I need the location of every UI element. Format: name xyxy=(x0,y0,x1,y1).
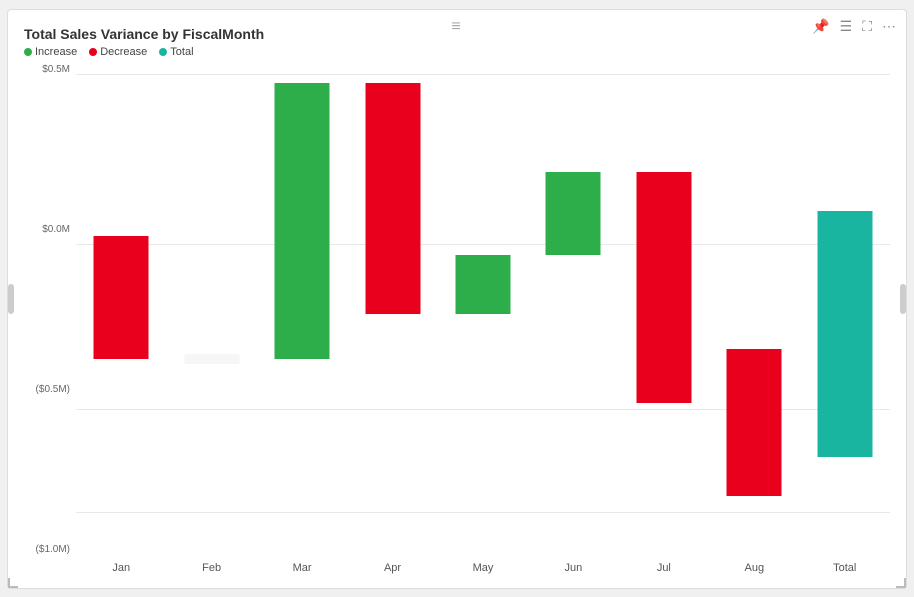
bar-jun xyxy=(546,172,601,256)
legend-item-increase: Increase xyxy=(24,46,77,58)
legend-label-increase: Increase xyxy=(35,46,77,58)
bar-group-jul xyxy=(619,64,709,556)
bars-container xyxy=(76,64,890,556)
x-label-aug: Aug xyxy=(709,556,799,580)
corner-bottom-left xyxy=(8,578,18,588)
pin-icon[interactable]: 📌 xyxy=(812,18,829,35)
y-label-1: $0.0M xyxy=(24,224,76,235)
x-label-feb: Feb xyxy=(166,556,256,580)
bar-total xyxy=(817,211,872,457)
resize-handle-left[interactable] xyxy=(8,284,14,314)
x-labels: Jan Feb Mar Apr May Jun Jul Aug Total xyxy=(76,556,890,580)
bar-group-feb xyxy=(166,64,256,556)
bar-aug xyxy=(727,349,782,497)
legend-item-total: Total xyxy=(159,46,193,58)
drag-handle: ≡ xyxy=(8,18,906,36)
legend-label-total: Total xyxy=(170,46,193,58)
chart-card: ≡ 📌 ☰ ⛶ ⋯ Total Sales Variance by Fiscal… xyxy=(7,9,907,589)
chart-legend: Increase Decrease Total xyxy=(24,46,890,58)
y-label-2: ($0.5M) xyxy=(24,384,76,395)
chart-area: $0.5M $0.0M ($0.5M) ($1.0M) xyxy=(24,64,890,580)
bar-apr xyxy=(365,83,420,314)
resize-handle-right[interactable] xyxy=(900,284,906,314)
legend-dot-decrease xyxy=(89,48,97,56)
x-label-jun: Jun xyxy=(528,556,618,580)
y-axis: $0.5M $0.0M ($0.5M) ($1.0M) xyxy=(24,64,76,580)
bar-group-may xyxy=(438,64,528,556)
bar-group-jun xyxy=(528,64,618,556)
x-label-mar: Mar xyxy=(257,556,347,580)
bar-jan xyxy=(94,236,149,359)
bar-feb xyxy=(184,354,239,364)
bar-group-jan xyxy=(76,64,166,556)
plot-area: Jan Feb Mar Apr May Jun Jul Aug Total xyxy=(76,64,890,580)
expand-icon[interactable]: ⛶ xyxy=(862,18,872,35)
bar-jul xyxy=(636,172,691,403)
bar-mar xyxy=(275,83,330,359)
card-actions: 📌 ☰ ⛶ ⋯ xyxy=(812,18,896,35)
legend-label-decrease: Decrease xyxy=(100,46,147,58)
bar-group-total xyxy=(800,64,890,556)
corner-bottom-right xyxy=(896,578,906,588)
legend-item-decrease: Decrease xyxy=(89,46,147,58)
x-label-may: May xyxy=(438,556,528,580)
x-label-jan: Jan xyxy=(76,556,166,580)
more-icon[interactable]: ⋯ xyxy=(882,18,896,35)
x-label-apr: Apr xyxy=(347,556,437,580)
bar-group-apr xyxy=(347,64,437,556)
x-label-jul: Jul xyxy=(619,556,709,580)
legend-dot-increase xyxy=(24,48,32,56)
x-label-total: Total xyxy=(800,556,890,580)
bar-group-mar xyxy=(257,64,347,556)
chart-inner: $0.5M $0.0M ($0.5M) ($1.0M) xyxy=(24,64,890,580)
legend-dot-total xyxy=(159,48,167,56)
y-label-3: ($1.0M) xyxy=(24,544,76,555)
bar-may xyxy=(455,255,510,314)
drag-icon: ≡ xyxy=(451,18,462,36)
filter-icon[interactable]: ☰ xyxy=(840,18,853,35)
bar-group-aug xyxy=(709,64,799,556)
y-label-0: $0.5M xyxy=(24,64,76,75)
